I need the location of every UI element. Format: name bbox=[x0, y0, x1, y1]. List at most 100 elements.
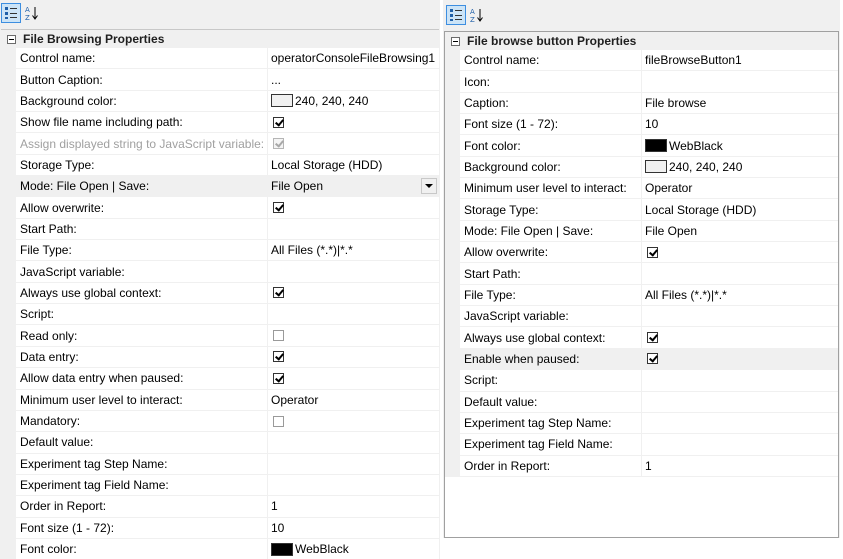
property-checkbox[interactable] bbox=[273, 351, 284, 363]
categorized-view-icon[interactable] bbox=[446, 5, 466, 25]
property-row-enable-when-paused[interactable]: Enable when paused: bbox=[445, 348, 838, 371]
property-checkbox[interactable] bbox=[647, 353, 658, 365]
property-value[interactable] bbox=[268, 283, 439, 303]
property-value[interactable] bbox=[642, 413, 838, 433]
property-checkbox[interactable] bbox=[273, 372, 284, 384]
property-row-show-file-name-including-path[interactable]: Show file name including path: bbox=[1, 112, 439, 134]
property-value[interactable] bbox=[268, 475, 439, 495]
property-value[interactable]: 10 bbox=[642, 114, 838, 134]
alphabetical-sort-icon[interactable]: A Z bbox=[22, 3, 42, 23]
property-row-font-color[interactable]: Font color: WebBlack bbox=[1, 538, 439, 559]
property-row-experiment-tag-field-name[interactable]: Experiment tag Field Name: bbox=[445, 434, 838, 456]
property-row-javascript-variable[interactable]: JavaScript variable: bbox=[1, 261, 439, 283]
property-checkbox[interactable] bbox=[647, 246, 658, 258]
property-value[interactable] bbox=[268, 261, 439, 281]
property-value[interactable]: 10 bbox=[268, 518, 439, 538]
categorized-view-icon[interactable] bbox=[1, 3, 21, 23]
property-value[interactable] bbox=[268, 112, 439, 132]
property-value[interactable] bbox=[268, 454, 439, 474]
property-row-script[interactable]: Script: bbox=[445, 370, 838, 392]
property-value[interactable]: Local Storage (HDD) bbox=[642, 199, 838, 219]
property-value[interactable]: All Files (*.*)|*.* bbox=[268, 240, 439, 260]
property-value[interactable]: 240, 240, 240 bbox=[268, 91, 439, 111]
property-row-minimum-user-level-to-interact[interactable]: Minimum user level to interact: Operator bbox=[445, 178, 838, 200]
property-value[interactable]: Local Storage (HDD) bbox=[268, 155, 439, 175]
property-row-background-color[interactable]: Background color: 240, 240, 240 bbox=[1, 90, 439, 113]
property-row-start-path[interactable]: Start Path: bbox=[445, 263, 838, 285]
property-row-start-path[interactable]: Start Path: bbox=[1, 218, 439, 241]
property-row-data-entry[interactable]: Data entry: bbox=[1, 346, 439, 369]
property-row-assign-displayed-string-to-javascript-variable[interactable]: Assign displayed string to JavaScript va… bbox=[1, 133, 439, 155]
property-value[interactable] bbox=[642, 370, 838, 390]
property-value[interactable] bbox=[268, 347, 439, 367]
property-row-icon[interactable]: Icon: bbox=[445, 71, 838, 93]
property-row-storage-type[interactable]: Storage Type: Local Storage (HDD) bbox=[445, 199, 838, 221]
property-row-default-value[interactable]: Default value: bbox=[1, 432, 439, 454]
property-value[interactable] bbox=[642, 306, 838, 326]
property-value[interactable] bbox=[268, 219, 439, 239]
property-value[interactable]: File browse bbox=[642, 93, 838, 113]
category-header[interactable]: File browse button Properties bbox=[445, 32, 838, 50]
property-checkbox[interactable] bbox=[273, 330, 284, 342]
property-row-font-size-1-72[interactable]: Font size (1 - 72): 10 bbox=[445, 114, 838, 136]
property-row-button-caption[interactable]: Button Caption:... bbox=[1, 69, 439, 91]
property-row-allow-overwrite[interactable]: Allow overwrite: bbox=[1, 197, 439, 219]
property-value[interactable] bbox=[642, 71, 838, 91]
category-header[interactable]: File Browsing Properties bbox=[1, 30, 439, 48]
property-row-storage-type[interactable]: Storage Type: Local Storage (HDD) bbox=[1, 154, 439, 177]
property-row-javascript-variable[interactable]: JavaScript variable: bbox=[445, 306, 838, 328]
property-value[interactable]: Operator bbox=[268, 390, 439, 410]
property-checkbox[interactable] bbox=[273, 287, 284, 299]
property-checkbox[interactable] bbox=[647, 332, 658, 344]
property-row-allow-overwrite[interactable]: Allow overwrite: bbox=[445, 242, 838, 264]
property-row-file-type[interactable]: File Type: All Files (*.*)|*.* bbox=[445, 284, 838, 307]
property-row-experiment-tag-step-name[interactable]: Experiment tag Step Name: bbox=[445, 412, 838, 435]
property-row-default-value[interactable]: Default value: bbox=[445, 391, 838, 413]
dropdown-arrow-icon[interactable] bbox=[421, 178, 437, 195]
property-value[interactable]: Operator bbox=[642, 178, 838, 198]
property-value[interactable] bbox=[268, 325, 439, 345]
property-value[interactable] bbox=[642, 434, 838, 454]
property-value[interactable] bbox=[642, 392, 838, 412]
property-row-control-name[interactable]: Control name: operatorConsoleFileBrowsing… bbox=[1, 48, 439, 70]
property-row-font-color[interactable]: Font color: WebBlack bbox=[445, 135, 838, 157]
collapse-icon[interactable] bbox=[448, 32, 462, 50]
property-value[interactable] bbox=[642, 263, 838, 283]
property-value[interactable]: File Open bbox=[642, 221, 838, 241]
property-value[interactable] bbox=[642, 348, 838, 370]
property-row-always-use-global-context[interactable]: Always use global context: bbox=[445, 327, 838, 349]
property-value[interactable]: ... bbox=[268, 69, 439, 89]
property-row-mandatory[interactable]: Mandatory: bbox=[1, 410, 439, 433]
property-value[interactable] bbox=[268, 304, 439, 324]
property-row-allow-data-entry-when-paused[interactable]: Allow data entry when paused: bbox=[1, 368, 439, 390]
alphabetical-sort-icon[interactable]: A Z bbox=[467, 5, 487, 25]
property-value[interactable]: 240, 240, 240 bbox=[642, 157, 838, 177]
property-checkbox[interactable] bbox=[273, 116, 284, 128]
property-value[interactable]: operatorConsoleFileBrowsing1 bbox=[268, 48, 439, 68]
property-row-order-in-report[interactable]: Order in Report: 1 bbox=[1, 496, 439, 518]
property-value[interactable] bbox=[268, 133, 439, 153]
property-value[interactable] bbox=[642, 242, 838, 262]
property-checkbox[interactable] bbox=[273, 202, 284, 214]
property-value[interactable]: WebBlack bbox=[642, 135, 838, 155]
property-value[interactable]: 1 bbox=[642, 456, 838, 476]
property-row-background-color[interactable]: Background color: 240, 240, 240 bbox=[445, 156, 838, 179]
property-row-caption[interactable]: Caption: File browse bbox=[445, 92, 838, 115]
property-row-read-only[interactable]: Read only: bbox=[1, 325, 439, 347]
property-row-script[interactable]: Script: bbox=[1, 304, 439, 326]
property-checkbox[interactable] bbox=[273, 415, 284, 427]
property-value[interactable] bbox=[642, 327, 838, 347]
property-row-always-use-global-context[interactable]: Always use global context: bbox=[1, 282, 439, 305]
property-value[interactable]: File Open bbox=[268, 176, 439, 197]
property-row-experiment-tag-step-name[interactable]: Experiment tag Step Name: bbox=[1, 453, 439, 475]
property-value[interactable]: 1 bbox=[268, 496, 439, 516]
property-row-font-size-1-72[interactable]: Font size (1 - 72): 10 bbox=[1, 517, 439, 539]
property-value[interactable] bbox=[268, 197, 439, 217]
property-value[interactable]: fileBrowseButton1 bbox=[642, 50, 838, 70]
property-row-mode-file-open-save[interactable]: Mode: File Open | Save: File Open bbox=[1, 176, 439, 198]
property-row-order-in-report[interactable]: Order in Report: 1 bbox=[445, 455, 838, 477]
property-row-control-name[interactable]: Control name: fileBrowseButton1 bbox=[445, 50, 838, 72]
property-row-experiment-tag-field-name[interactable]: Experiment tag Field Name: bbox=[1, 474, 439, 497]
property-value[interactable] bbox=[268, 432, 439, 452]
property-row-mode-file-open-save[interactable]: Mode: File Open | Save: File Open bbox=[445, 220, 838, 243]
